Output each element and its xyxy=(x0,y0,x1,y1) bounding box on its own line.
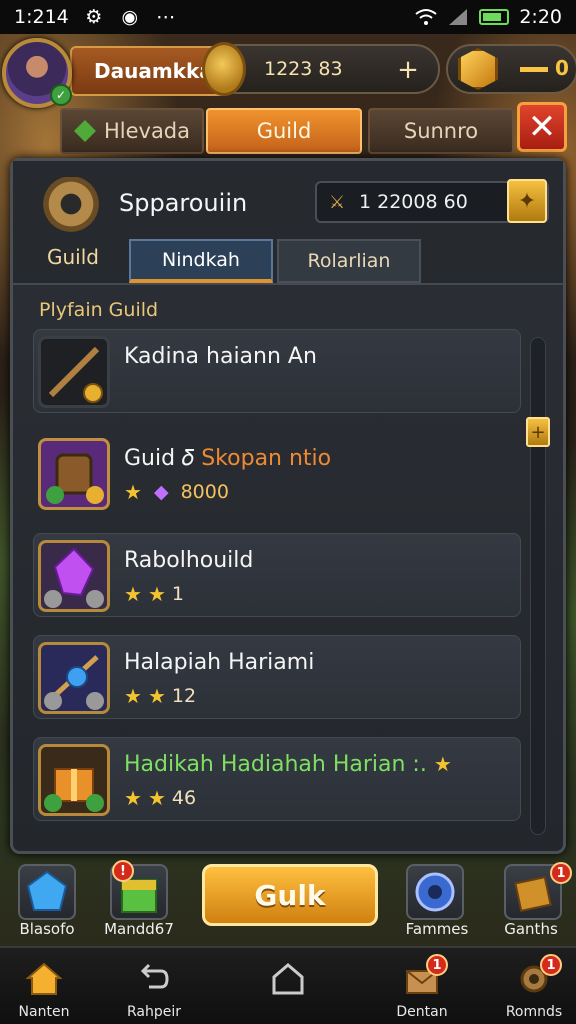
add-coins-button[interactable]: + xyxy=(390,53,426,87)
star-icon: ★ xyxy=(433,752,452,776)
fammes-button[interactable] xyxy=(406,864,464,920)
close-button[interactable]: ✕ xyxy=(517,102,567,152)
blasofo-button[interactable] xyxy=(18,864,76,920)
status-time-left: 1:214 xyxy=(14,6,69,28)
player-name: Dauamkka xyxy=(94,59,213,83)
tab-guild[interactable]: Guild xyxy=(206,108,362,154)
leaf-icon xyxy=(73,120,96,142)
weapon-icon xyxy=(38,642,110,714)
gem-purple-icon: ◆ xyxy=(153,481,169,503)
gem-value: 0 xyxy=(520,56,569,80)
level-badge-icon: ✓ xyxy=(50,84,72,106)
gulk-button[interactable]: Gulk xyxy=(202,864,378,926)
nav-home[interactable]: Nanten xyxy=(0,956,94,1024)
tab-sunnro[interactable]: Sunnro xyxy=(368,108,514,154)
list-item[interactable]: Halapiah Hariami ★ ★ 12 xyxy=(33,635,521,719)
top-hud: Dauamkka ✓ 1223 83 + 0 xyxy=(0,38,576,108)
list-item[interactable]: Kadina haiann An xyxy=(33,329,521,413)
home-icon xyxy=(24,960,64,998)
star-icon: ★ xyxy=(124,480,142,504)
settings-status-icon: ⚙ xyxy=(85,6,103,28)
wifi-icon xyxy=(415,6,437,28)
gift-box-icon xyxy=(38,744,110,816)
back-arrow-icon xyxy=(134,960,174,998)
nav-dentan[interactable]: 1 Dentan xyxy=(372,954,472,1024)
list-item[interactable]: Guid 𝛿 Skopan ntio ★ ◆ 8000 xyxy=(33,431,521,515)
resource-action-button[interactable]: ✦ xyxy=(507,179,547,223)
list-scrollbar[interactable] xyxy=(530,337,546,835)
guild-label: Guild xyxy=(47,245,99,269)
subtab-rolarlian[interactable]: Rolarlian xyxy=(277,239,421,283)
resource-value: 1 22008 60 xyxy=(359,191,468,213)
fammes-label: Fammes xyxy=(405,920,469,938)
subtab-nindkah[interactable]: Nindkah xyxy=(129,239,273,283)
battery-icon xyxy=(479,9,510,25)
coin-icon xyxy=(202,42,246,96)
blasofo-label: Blasofo xyxy=(19,920,75,938)
action-row: Blasofo ! Mandd67 Gulk Fammes 1 Ganths xyxy=(0,860,576,942)
notification-badge: 1 xyxy=(550,862,572,884)
bottom-nav: Nanten Rahpeir 1 Dentan 1 Romnds xyxy=(0,946,576,1024)
crystal-icon xyxy=(38,540,110,612)
guild-panel: Guild Spparouiin ⚔ 1 22008 60 ✦ Nindkah … xyxy=(10,158,566,854)
coin-value: 1223 83 xyxy=(264,58,343,80)
notification-badge: 1 xyxy=(426,954,448,976)
list-item[interactable]: Rabolhouild ★ ★ 1 xyxy=(33,533,521,617)
more-dots-icon: ⋯ xyxy=(156,6,176,28)
list-item[interactable]: Hadikah Hadiahah Harian :. ★ ★ ★ 46 xyxy=(33,737,521,821)
notification-badge: 1 xyxy=(540,954,562,976)
nav-center[interactable] xyxy=(238,956,338,1024)
mandd-label: Mandd67 xyxy=(104,920,174,938)
status-bar: 1:214 ⚙ ◉ ⋯ 2:20 xyxy=(0,0,576,34)
nav-romnds[interactable]: 1 Romnds xyxy=(484,954,576,1024)
scroll-thumb[interactable]: + xyxy=(526,417,550,447)
barrel-icon xyxy=(38,438,110,510)
ganths-label: Ganths xyxy=(504,920,558,938)
staff-icon xyxy=(38,336,110,408)
home-outline-icon xyxy=(268,960,308,998)
status-time-right: 2:20 xyxy=(519,6,562,28)
signal-icon xyxy=(447,6,469,28)
nav-back[interactable]: Rahpeir xyxy=(104,956,204,1024)
panel-header: Guild Spparouiin ⚔ 1 22008 60 ✦ Nindkah … xyxy=(13,161,563,285)
guild-emblem-icon xyxy=(39,177,103,237)
notification-badge: ! xyxy=(112,860,134,882)
notification-status-icon: ◉ xyxy=(121,6,139,28)
panel-title: Spparouiin xyxy=(119,189,248,217)
sword-icon: ⚔ xyxy=(329,192,346,213)
top-tab-bar: Hlevada Guild Sunnro xyxy=(60,108,560,154)
tab-hlevada[interactable]: Hlevada xyxy=(60,108,204,154)
section-title: Plyfain Guild xyxy=(39,299,159,321)
